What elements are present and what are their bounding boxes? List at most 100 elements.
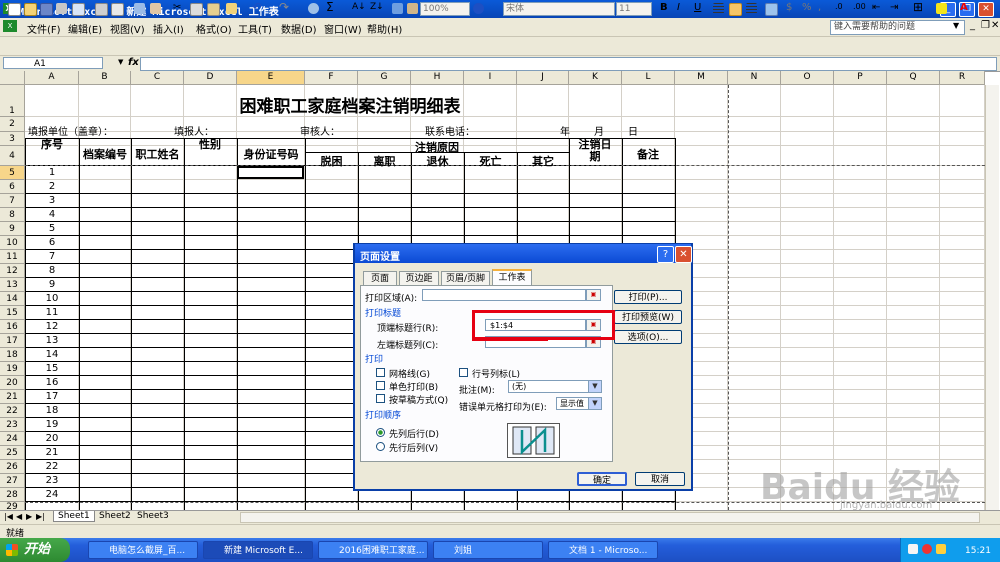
mono-checkbox[interactable] [376, 381, 385, 390]
tab-header-footer[interactable]: 页眉/页脚 [441, 271, 490, 285]
seq-cell[interactable]: 21 [25, 447, 79, 458]
tab-sheet3[interactable]: Sheet3 [133, 511, 173, 521]
header-reason-4: 死亡 [479, 155, 502, 168]
tray-volume-icon[interactable] [936, 544, 946, 554]
print-order-diagram [512, 426, 555, 455]
active-cell-cursor[interactable] [237, 166, 304, 179]
seq-cell[interactable]: 1 [25, 167, 79, 178]
print-area-collapse-icon[interactable]: ▣ [586, 289, 601, 301]
seq-cell[interactable]: 20 [25, 433, 79, 444]
tray-network-icon[interactable] [908, 544, 918, 554]
print-area-input[interactable] [422, 289, 586, 301]
row-col-headings-checkbox[interactable] [459, 368, 468, 377]
seq-cell[interactable]: 12 [25, 321, 79, 332]
comments-select[interactable]: (无) ▼ [508, 380, 602, 393]
draft-checkbox[interactable] [376, 394, 385, 403]
r2-day: 日 [628, 127, 638, 138]
task-item-4[interactable]: 刘姐 [433, 541, 543, 559]
seq-cell[interactable]: 24 [25, 489, 79, 500]
windows-logo-icon [6, 544, 18, 556]
ok-button[interactable]: 确定 [577, 472, 627, 486]
seq-cell[interactable]: 7 [25, 251, 79, 262]
gridlines-label: 网格线(G) [389, 370, 430, 380]
seq-cell[interactable]: 19 [25, 419, 79, 430]
task-item-2[interactable]: 新建 Microsoft E... [203, 541, 313, 559]
header-note: 备注 [637, 148, 659, 161]
page-break-line [728, 85, 729, 510]
status-bar [0, 524, 1000, 539]
print-order-preview [507, 423, 560, 458]
header-sex: 性别 [199, 138, 221, 151]
header-reason-2: 离职 [373, 155, 396, 168]
header-reason-3: 退休 [426, 155, 449, 168]
seq-cell[interactable]: 10 [25, 293, 79, 304]
cancel-button[interactable]: 取消 [635, 472, 685, 486]
tab-page[interactable]: 页面 [363, 271, 397, 285]
tab-last-icon[interactable]: ▶| [36, 512, 45, 521]
seq-cell[interactable]: 14 [25, 349, 79, 360]
seq-cell[interactable]: 17 [25, 391, 79, 402]
over-then-down-radio[interactable] [376, 442, 385, 451]
print-group: 打印 [365, 355, 384, 365]
sheet-title: 困难职工家庭档案注销明细表 [239, 97, 461, 117]
seq-cell[interactable]: 16 [25, 377, 79, 388]
seq-cell[interactable]: 11 [25, 307, 79, 318]
gridlines-checkbox[interactable] [376, 368, 385, 377]
seq-cell[interactable]: 4 [25, 209, 79, 220]
seq-cell[interactable]: 2 [25, 181, 79, 192]
seq-cell[interactable]: 23 [25, 475, 79, 486]
print-preview-button[interactable]: 打印预览(W) [614, 310, 682, 324]
comments-label: 批注(M): [459, 386, 495, 396]
tab-first-icon[interactable]: |◀ [4, 512, 13, 521]
errors-value: 显示值 [560, 399, 584, 408]
seq-cell[interactable]: 8 [25, 265, 79, 276]
header-reason-1: 脱困 [320, 155, 343, 168]
comments-value: (无) [512, 382, 527, 391]
task-item-1[interactable]: 电脑怎么截屏_百... [88, 541, 198, 559]
header-id: 身份证号码 [243, 148, 299, 161]
print-titles-group: 打印标题 [365, 309, 402, 319]
seq-cell[interactable]: 6 [25, 237, 79, 248]
options-button[interactable]: 选项(O)... [614, 330, 682, 344]
dialog-title-bar [355, 244, 691, 263]
r2-filler: 填报人： [174, 127, 214, 138]
dialog-close-icon[interactable]: ✕ [675, 246, 692, 263]
header-name: 职工姓名 [135, 148, 180, 161]
dialog-help-icon[interactable]: ? [657, 246, 674, 263]
top-rows-label: 顶端标题行(R): [377, 324, 439, 334]
header-reason-5: 其它 [532, 155, 554, 168]
r2-reviewer: 审核人： [300, 127, 340, 138]
errors-label: 错误单元格打印为(E): [459, 403, 547, 413]
seq-cell[interactable]: 3 [25, 195, 79, 206]
tray-security-icon[interactable] [922, 544, 932, 554]
seq-cell[interactable]: 9 [25, 279, 79, 290]
seq-cell[interactable]: 15 [25, 363, 79, 374]
comments-dropdown-icon[interactable]: ▼ [588, 381, 601, 392]
tab-margins[interactable]: 页边距 [399, 271, 439, 285]
tab-sheet1[interactable]: Sheet1 [53, 511, 95, 522]
over-then-down-label: 先行后列(V) [389, 444, 439, 454]
left-cols-label: 左端标题列(C): [377, 341, 439, 351]
task-item-5[interactable]: 文档 1 - Microso... [548, 541, 658, 559]
vertical-scrollbar[interactable] [985, 85, 999, 510]
errors-select[interactable]: 显示值 ▼ [556, 397, 602, 410]
seq-cell[interactable]: 18 [25, 405, 79, 416]
errors-dropdown-icon[interactable]: ▼ [588, 398, 601, 409]
tab-sheet[interactable]: 工作表 [492, 269, 532, 286]
down-then-over-radio[interactable] [376, 428, 385, 437]
r2-unit: 填报单位（盖章）： [28, 127, 113, 138]
task-item-3[interactable]: 2016困难职工家庭... [318, 541, 428, 559]
table-border [25, 221, 675, 222]
seq-cell[interactable]: 22 [25, 461, 79, 472]
r2-phone: 联系电话： [425, 127, 475, 138]
seq-cell[interactable]: 5 [25, 223, 79, 234]
clock: 15:21 [965, 546, 991, 556]
seq-cell[interactable]: 13 [25, 335, 79, 346]
tab-next-icon[interactable]: ▶ [26, 512, 32, 521]
tab-sheet2[interactable]: Sheet2 [95, 511, 135, 521]
tab-prev-icon[interactable]: ◀ [16, 512, 22, 521]
horizontal-scrollbar[interactable] [240, 512, 980, 523]
r2-year: 年 [560, 127, 570, 138]
highlight-annotation-underline [472, 338, 548, 341]
print-button[interactable]: 打印(P)... [614, 290, 682, 304]
